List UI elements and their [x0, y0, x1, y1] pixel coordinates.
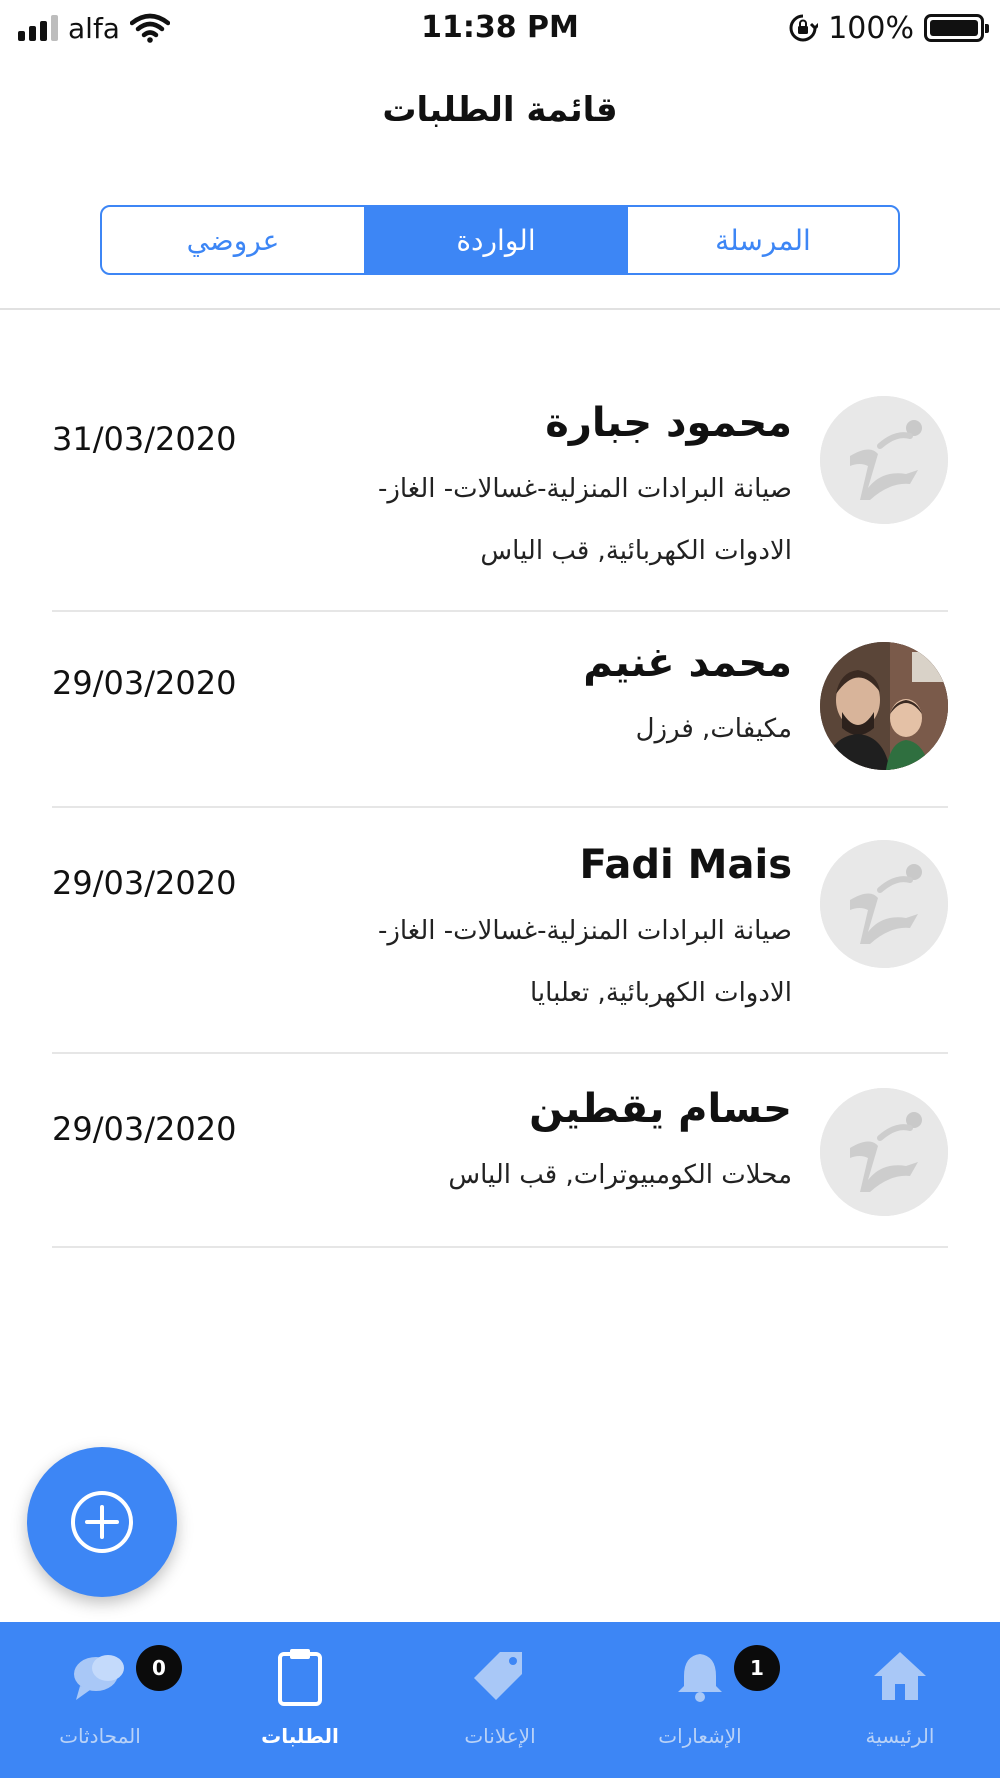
nav-home-label: الرئيسية	[865, 1724, 935, 1748]
request-row[interactable]: Fadi Mais صيانة البرادات المنزلية-غسالات…	[52, 808, 948, 1054]
avatar	[820, 840, 948, 968]
request-description: صيانة البرادات المنزلية-غسالات- الغاز- ا…	[377, 474, 792, 566]
request-date: 29/03/2020	[52, 664, 237, 702]
requester-name: محمود جبارة	[545, 400, 792, 446]
chat-icon	[74, 1655, 124, 1700]
nav-requests-label: الطلبات	[261, 1724, 339, 1748]
tab-sent[interactable]: المرسلة	[628, 207, 898, 273]
avatar	[820, 642, 948, 770]
tag-icon	[474, 1652, 522, 1700]
placeholder-logo-icon	[820, 840, 948, 968]
requester-name: Fadi Mais	[579, 842, 792, 888]
request-date: 29/03/2020	[52, 1110, 237, 1148]
status-right: 100%	[788, 8, 989, 48]
header-divider	[0, 308, 1000, 310]
home-icon	[874, 1652, 926, 1700]
tab-incoming[interactable]: الواردة	[364, 207, 628, 273]
page-title: قائمة الطلبات	[382, 90, 618, 130]
request-list: محمود جبارة صيانة البرادات المنزلية-غسال…	[52, 330, 948, 1248]
plus-circle-icon	[71, 1491, 133, 1553]
request-date: 29/03/2020	[52, 864, 237, 902]
request-description: محلات الكومبيوترات, قب الياس	[448, 1160, 792, 1190]
avatar	[820, 1088, 948, 1216]
request-date: 31/03/2020	[52, 420, 237, 458]
placeholder-logo-icon	[820, 396, 948, 524]
nav-chats[interactable]: 0 المحادثات	[0, 1622, 200, 1778]
bell-icon	[678, 1654, 722, 1702]
chats-badge: 0	[136, 1645, 182, 1691]
requester-name: حسام يقطين	[529, 1086, 792, 1132]
nav-requests[interactable]: الطلبات	[200, 1622, 400, 1778]
bottom-nav: 0 المحادثات الطلبات الإعلانات 1 الإشعارا…	[0, 1622, 1000, 1778]
add-request-button[interactable]	[27, 1447, 177, 1597]
orientation-lock-icon	[789, 14, 819, 42]
request-description: صيانة البرادات المنزلية-غسالات- الغاز- ا…	[377, 916, 792, 1008]
battery-icon	[924, 14, 989, 42]
clipboard-icon	[278, 1649, 322, 1706]
requester-name: محمد غنيم	[583, 640, 792, 686]
tab-my-offers[interactable]: عروضي	[102, 207, 364, 273]
nav-notifications-label: الإشعارات	[658, 1724, 742, 1748]
request-description: مكيفات, فرزل	[635, 714, 792, 744]
request-row[interactable]: حسام يقطين محلات الكومبيوترات, قب الياس …	[52, 1054, 948, 1248]
notifications-badge: 1	[734, 1645, 780, 1691]
request-row[interactable]: محمد غنيم مكيفات, فرزل 29/03/2020	[52, 612, 948, 808]
avatar	[820, 396, 948, 524]
segmented-control: عروضي الواردة المرسلة	[100, 205, 900, 275]
nav-ads-label: الإعلانات	[464, 1724, 536, 1748]
request-row[interactable]: محمود جبارة صيانة البرادات المنزلية-غسال…	[52, 330, 948, 612]
nav-ads[interactable]: الإعلانات	[400, 1622, 600, 1778]
nav-notifications[interactable]: 1 الإشعارات	[600, 1622, 800, 1778]
battery-percent: 100%	[828, 10, 914, 46]
status-bar: alfa 11:38 PM 100%	[0, 0, 1000, 56]
nav-chats-label: المحادثات	[59, 1724, 141, 1748]
placeholder-logo-icon	[820, 1088, 948, 1216]
nav-home[interactable]: الرئيسية	[800, 1622, 1000, 1778]
screen: alfa 11:38 PM 100% قائمة الطلبات عروضي ا…	[0, 0, 1000, 1778]
user-photo	[820, 642, 948, 770]
